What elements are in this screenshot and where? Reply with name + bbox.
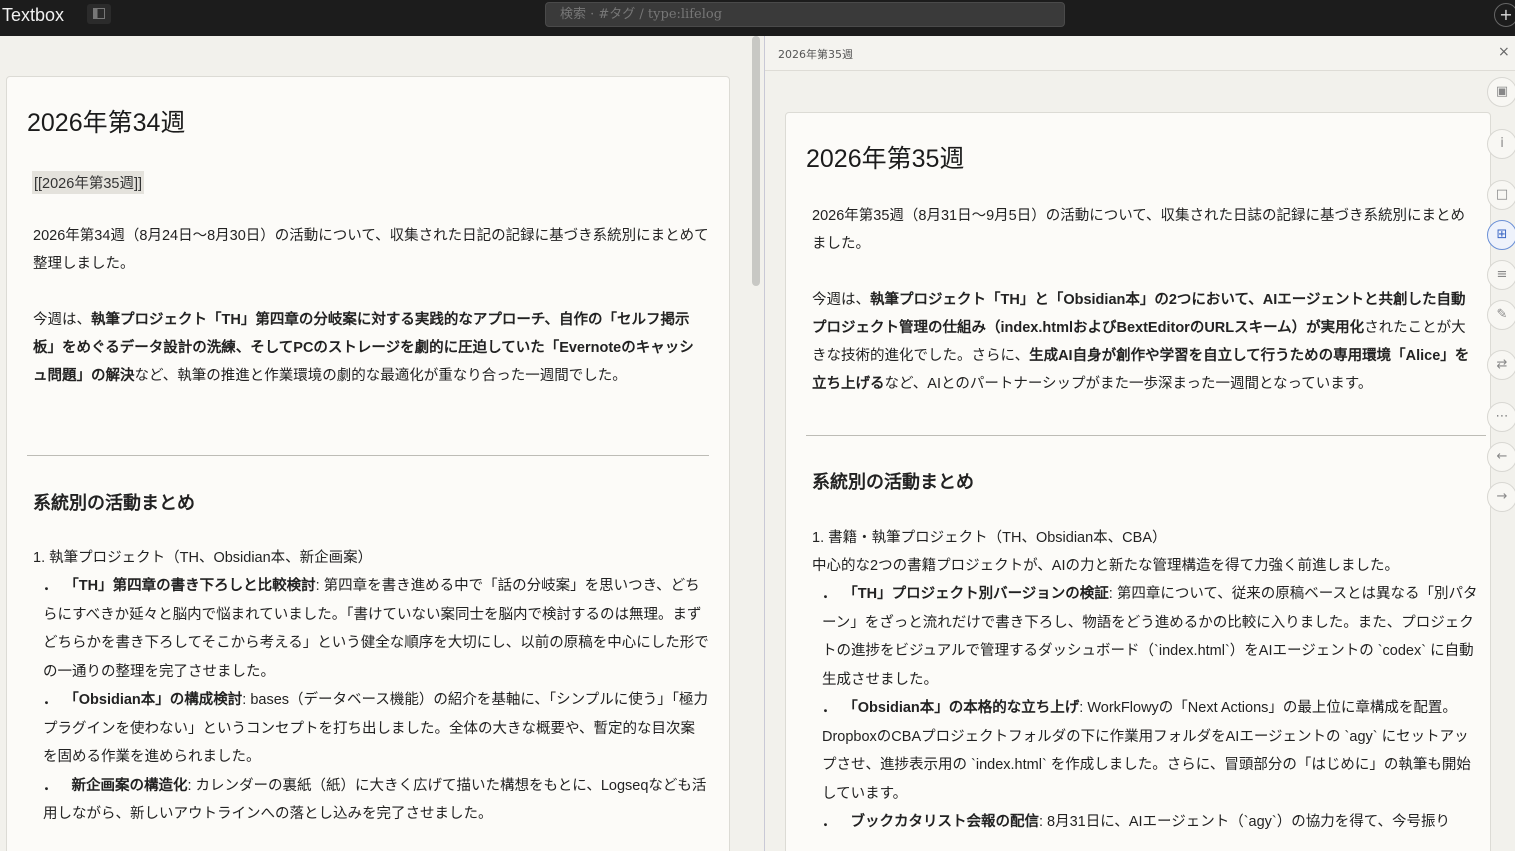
page-title: 2026年第34週 (27, 109, 186, 137)
right-pane-tab-label: 2026年第35週 (778, 48, 853, 61)
left-editor-pane: 2026年第34週 [[2026年第35週]] 2026年第34週（8月24日〜… (0, 36, 764, 851)
list-item-bold: 「TH」第四章の書き下ろしと比較検討 (71, 578, 316, 594)
section-heading: 系統別の活動まとめ (33, 493, 195, 513)
bullet-dot: ． (822, 814, 837, 830)
search-input[interactable] (546, 3, 1064, 26)
list-item: ． ブックカタリスト会報の配信: 8月31日に、AIエージェント（`agy`）の協… (822, 808, 1482, 837)
horizontal-rule (27, 455, 709, 456)
summary-paragraph: 今週は、執筆プロジェクト「TH」第四章の分岐案に対する実践的なアプローチ、自作の… (33, 306, 703, 390)
bullet-dot: ． (43, 692, 58, 708)
intro-paragraph: 2026年第34週（8月24日〜8月30日）の活動について、収集された日記の記録… (33, 228, 709, 272)
list-heading: 1. 執筆プロジェクト（TH、Obsidian本、新企画案） (33, 550, 373, 566)
more-icon[interactable]: ⋯ (1487, 402, 1515, 432)
list-item-text: : 8月31日に、AIエージェント（`agy`）の協力を得て、今号振り (1039, 814, 1451, 830)
back-icon[interactable]: ← (1487, 442, 1515, 472)
list-item-bold: ブックカタリスト会報の配信 (850, 814, 1040, 830)
list-item-bold: 新企画案の構造化 (71, 777, 188, 794)
layout-icon[interactable]: □ (1487, 180, 1515, 210)
list-item: ．「TH」プロジェクト別バージョンの検証: 第四章について、従来の原稿ベースとは… (822, 580, 1482, 694)
right-pane-header: 2026年第35週 × (765, 36, 1515, 71)
bullet-dot: ． (43, 777, 58, 794)
horizontal-rule (806, 435, 1486, 436)
bullet-dot: ． (43, 578, 58, 594)
bullet-list: ．「TH」プロジェクト別バージョンの検証: 第四章について、従来の原稿ベースとは… (822, 580, 1482, 837)
section-heading: 系統別の活動まとめ (812, 472, 974, 492)
forward-icon[interactable]: → (1487, 482, 1515, 512)
left-scrollbar[interactable] (752, 36, 760, 286)
right-toolbar: ▣ i □ ⊞ ≡ ✎ ⇄ ⋯ ← → (1487, 72, 1515, 532)
list-item-bold: 「Obsidian本」の構成検討 (71, 692, 243, 708)
top-bar: Textbox + (0, 0, 1515, 36)
list-heading: 1. 書籍・執筆プロジェクト（TH、Obsidian本、CBA） (812, 530, 1167, 546)
swap-icon[interactable]: ⇄ (1487, 350, 1515, 380)
right-document-card: 2026年第35週 2026年第35週（8月31日〜9月5日）の活動について、収… (785, 112, 1491, 851)
list-item-bold: 「TH」プロジェクト別バージョンの検証 (850, 586, 1109, 602)
search-bar[interactable] (545, 2, 1065, 27)
summary-suffix: など、執筆の推進と作業環境の劇的な最適化が重なり合った一週間でした。 (134, 368, 627, 384)
summary-suffix: など、AIとのパートナーシップがまた一歩深まった一週間となっています。 (884, 376, 1373, 392)
camera-icon[interactable]: ▣ (1487, 77, 1515, 107)
pencil-icon[interactable]: ✎ (1487, 300, 1515, 330)
list-subtext: 中心的な2つの書籍プロジェクトが、AIの力と新たな管理構造を得て力強く前進しまし… (812, 558, 1399, 574)
intro-paragraph: 2026年第35週（8月31日〜9月5日）の活動について、収集された日誌の記録に… (812, 208, 1466, 252)
list-icon[interactable]: ≡ (1487, 260, 1515, 290)
bullet-dot: ． (822, 586, 837, 602)
list-item-bold: 「Obsidian本」の本格的な立ち上げ (850, 700, 1080, 716)
sidebar-toggle-button[interactable] (87, 4, 111, 24)
wiki-link[interactable]: [[2026年第35週]] (32, 171, 144, 194)
app-title: Textbox (2, 5, 65, 25)
new-note-button[interactable]: + (1494, 3, 1515, 27)
summary-prefix: 今週は、 (812, 292, 870, 308)
page-title: 2026年第35週 (806, 145, 965, 173)
info-icon[interactable]: i (1487, 129, 1515, 159)
sidebar-icon (93, 8, 105, 19)
summary-prefix: 今週は、 (33, 312, 91, 328)
grid-icon[interactable]: ⊞ (1487, 220, 1515, 250)
left-document-card: 2026年第34週 [[2026年第35週]] 2026年第34週（8月24日〜… (6, 76, 730, 851)
right-preview-pane: 2026年第35週 × 2026年第35週 2026年第35週（8月31日〜9月… (765, 36, 1515, 851)
bullet-dot: ． (822, 700, 837, 716)
close-icon[interactable]: × (1498, 44, 1510, 60)
list-item: ．「Obsidian本」の本格的な立ち上げ: WorkFlowyの「Next A… (822, 694, 1482, 808)
list-item: ．「Obsidian本」の構成検討: bases（データベース機能）の紹介を基軸… (43, 686, 709, 772)
list-item: ．新企画案の構造化: カレンダーの裏紙（紙）に大きく広げて描いた構想をもとに、L… (43, 772, 709, 829)
summary-paragraph: 今週は、執筆プロジェクト「TH」と「Obsidian本」の2つにおいて、AIエー… (812, 286, 1476, 398)
bullet-list: ．「TH」第四章の書き下ろしと比較検討: 第四章を書き進める中で「話の分岐案」を… (43, 572, 709, 829)
list-item: ．「TH」第四章の書き下ろしと比較検討: 第四章を書き進める中で「話の分岐案」を… (43, 572, 709, 686)
